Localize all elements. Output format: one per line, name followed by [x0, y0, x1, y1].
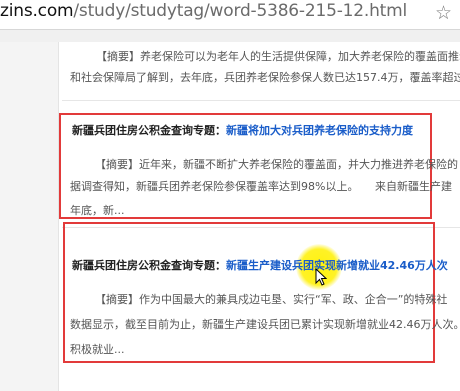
article2-topic-label: 新疆兵团住房公积金查询专题：: [72, 124, 226, 137]
url-host: zins.com: [0, 1, 74, 21]
bookmark-star-icon[interactable]: ☆: [435, 2, 452, 24]
article2-summary-line2: 据调查得知，新疆兵团养老保险参保覆盖率达到98%以上。 来自新疆生产建: [70, 180, 452, 193]
article2-summary-line1: 【摘要】近年来，新疆不断扩大养老保险的覆盖面，并大力推进养老保险的: [95, 158, 458, 171]
article1-summary-line1: 【摘要】养老保险可以为老年人的生活提供保障，加大养老保险的覆盖面推动: [96, 50, 460, 63]
url-path: /study/studytag/word-5386-215-12.html: [73, 1, 408, 21]
mouse-pointer-icon: [315, 268, 327, 286]
url-text[interactable]: zins.com/study/studytag/word-5386-215-12…: [0, 1, 407, 21]
article3-summary-line3: 积极就业...: [70, 343, 125, 356]
article2-title: 新疆兵团住房公积金查询专题：新疆将加大对兵团养老保险的支持力度: [72, 124, 413, 138]
left-gutter: [0, 42, 58, 391]
article2-summary-line3: 年底，新...: [70, 204, 125, 217]
article3-topic-label: 新疆兵团住房公积金查询专题：: [72, 259, 226, 272]
address-bar[interactable]: zins.com/study/studytag/word-5386-215-12…: [0, 0, 460, 30]
toolbar-gap: [0, 30, 460, 42]
article3-summary-line2: 数据显示，截至目前为止，新疆生产建设兵团已累计实现新增就业42.46万人次。: [70, 318, 460, 331]
article2-link[interactable]: 新疆将加大对兵团养老保险的支持力度: [226, 124, 413, 137]
divider: [62, 100, 460, 101]
article3-summary-line1: 【摘要】作为中国最大的兼具戍边屯垦、实行“军、政、企合一”的特殊社: [95, 293, 448, 306]
article3-title: 新疆兵团住房公积金查询专题：新疆生产建设兵团实现新增就业42.46万人次: [72, 259, 448, 273]
article3-link[interactable]: 新疆生产建设兵团实现新增就业42.46万人次: [226, 259, 448, 272]
article1-summary-line2: 和社会保障局了解到，去年底，兵团养老保险参保人数已达157.4万，覆盖率超过: [70, 71, 460, 84]
